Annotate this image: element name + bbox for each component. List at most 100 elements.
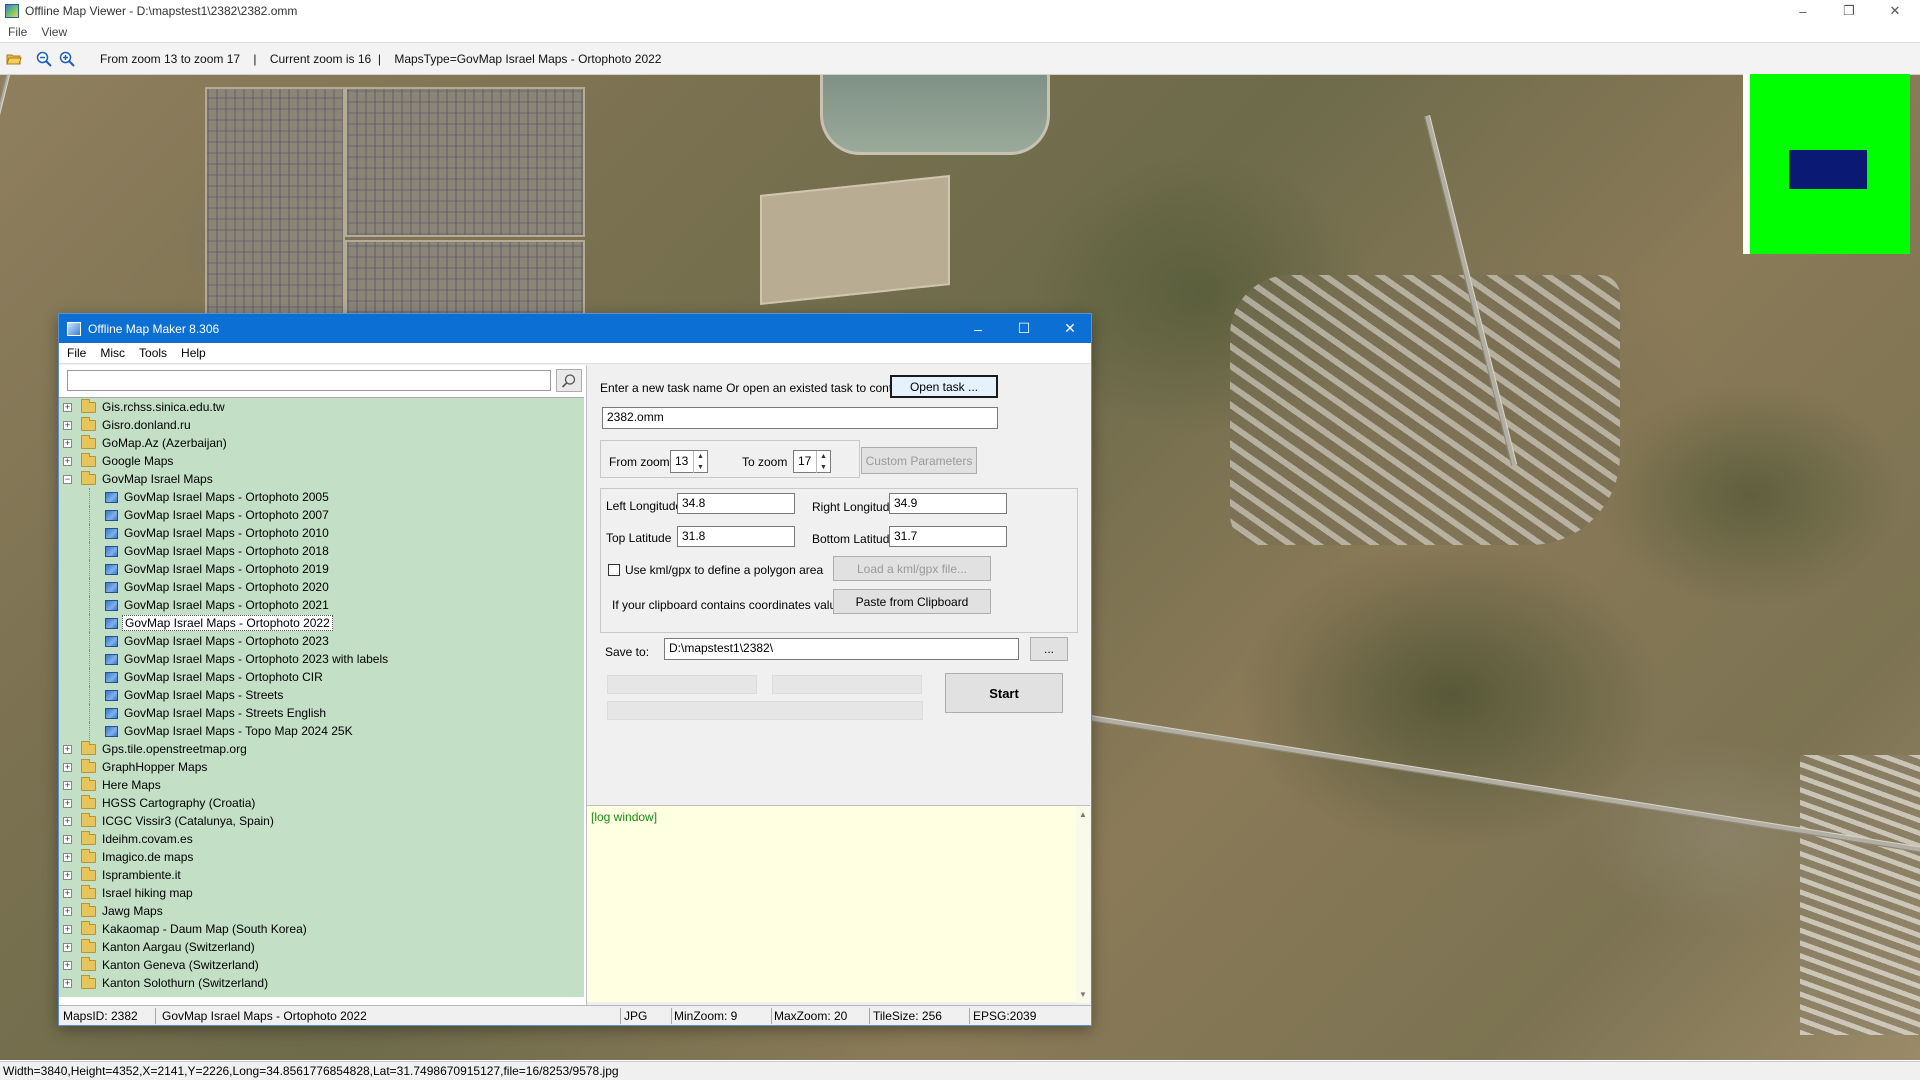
expand-icon[interactable]: + (63, 924, 72, 934)
tree-child-item[interactable]: GovMap Israel Maps - Ortophoto CIR (59, 668, 584, 686)
expand-icon[interactable]: + (63, 816, 72, 826)
expand-icon[interactable]: + (63, 834, 72, 844)
viewer-status-text: Width=3840,Height=4352,X=2141,Y=2226,Lon… (3, 1064, 619, 1078)
maker-menu-misc[interactable]: Misc (100, 346, 125, 360)
menu-file[interactable]: File (8, 25, 27, 39)
expand-icon[interactable]: + (63, 870, 72, 880)
spin-down-icon[interactable]: ▼ (816, 462, 830, 473)
tree-folder-item[interactable]: − GovMap Israel Maps (59, 470, 584, 488)
start-button[interactable]: Start (945, 673, 1063, 713)
tree-item-label: GovMap Israel Maps - Ortophoto 2023 with… (124, 652, 389, 666)
maker-menu-tools[interactable]: Tools (139, 346, 167, 360)
expand-icon[interactable]: + (63, 942, 72, 952)
maker-titlebar[interactable]: Offline Map Maker 8.306 – ☐ ✕ (59, 314, 1091, 343)
load-kml-button[interactable]: Load a kml/gpx file... (833, 556, 991, 581)
tree-folder-item[interactable]: + GraphHopper Maps (59, 758, 584, 776)
expand-icon[interactable]: + (63, 888, 72, 898)
maker-minimize-icon[interactable]: – (955, 314, 1001, 343)
maps-tree[interactable]: + Gis.rchss.sinica.edu.tw + Gisro.donland.r… (59, 397, 584, 997)
folder-icon (81, 974, 96, 989)
maker-maximize-icon[interactable]: ☐ (1001, 314, 1047, 343)
tree-folder-item[interactable]: + Israel hiking map (59, 884, 584, 902)
open-folder-icon[interactable] (3, 48, 25, 70)
zoom-out-icon[interactable] (33, 48, 55, 70)
expand-icon[interactable]: + (63, 744, 72, 754)
tree-child-item[interactable]: GovMap Israel Maps - Ortophoto 2005 (59, 488, 584, 506)
kml-checkbox[interactable] (608, 564, 620, 576)
tree-child-item[interactable]: GovMap Israel Maps - Ortophoto 2023 (59, 632, 584, 650)
scroll-up-icon[interactable]: ▲ (1079, 810, 1087, 819)
task-name-input[interactable]: 2382.omm (602, 407, 998, 429)
expand-icon[interactable]: + (63, 906, 72, 916)
tree-search-input[interactable] (67, 370, 551, 391)
tree-child-item[interactable]: GovMap Israel Maps - Streets English (59, 704, 584, 722)
open-task-button[interactable]: Open task ... (890, 375, 998, 398)
to-zoom-spinner[interactable]: 17 ▲ ▼ (793, 450, 831, 473)
restore-icon[interactable]: ❐ (1826, 0, 1872, 22)
scroll-down-icon[interactable]: ▼ (1079, 990, 1087, 999)
zoom-in-icon[interactable] (56, 48, 78, 70)
tree-child-item[interactable]: GovMap Israel Maps - Ortophoto 2007 (59, 506, 584, 524)
tree-connector-line (89, 614, 90, 632)
spin-down-icon[interactable]: ▼ (693, 462, 707, 473)
tree-child-item[interactable]: GovMap Israel Maps - Ortophoto 2021 (59, 596, 584, 614)
tree-folder-item[interactable]: + Google Maps (59, 452, 584, 470)
expand-icon[interactable]: + (63, 438, 72, 448)
tree-folder-item[interactable]: + Kanton Aargau (Switzerland) (59, 938, 584, 956)
left-longitude-input[interactable]: 34.8 (677, 493, 795, 514)
expand-icon[interactable]: + (63, 402, 72, 412)
tree-child-item[interactable]: GovMap Israel Maps - Ortophoto 2018 (59, 542, 584, 560)
tree-folder-item[interactable]: + Gis.rchss.sinica.edu.tw (59, 398, 584, 416)
tree-child-item[interactable]: GovMap Israel Maps - Streets (59, 686, 584, 704)
tree-folder-item[interactable]: + Imagico.de maps (59, 848, 584, 866)
close-icon[interactable]: ✕ (1872, 0, 1918, 22)
tree-child-item[interactable]: GovMap Israel Maps - Ortophoto 2019 (59, 560, 584, 578)
expand-icon[interactable]: + (63, 852, 72, 862)
save-to-input[interactable]: D:\mapstest1\2382\ (664, 638, 1019, 660)
minimize-icon[interactable]: – (1780, 0, 1826, 22)
expand-icon[interactable]: + (63, 978, 72, 988)
expand-icon[interactable]: + (63, 456, 72, 466)
minimap-viewport-box[interactable] (1789, 150, 1867, 189)
log-scrollbar[interactable]: ▲ ▼ (1076, 806, 1090, 1003)
collapse-icon[interactable]: − (63, 474, 72, 484)
expand-icon[interactable]: + (63, 798, 72, 808)
tree-folder-item[interactable]: + Here Maps (59, 776, 584, 794)
right-longitude-input[interactable]: 34.9 (889, 493, 1007, 514)
tree-folder-item[interactable]: + Gps.tile.openstreetmap.org (59, 740, 584, 758)
tree-child-item[interactable]: GovMap Israel Maps - Topo Map 2024 25K (59, 722, 584, 740)
tree-folder-item[interactable]: + GoMap.Az (Azerbaijan) (59, 434, 584, 452)
tree-folder-item[interactable]: + Jawg Maps (59, 902, 584, 920)
tree-child-item[interactable]: GovMap Israel Maps - Ortophoto 2020 (59, 578, 584, 596)
tree-child-item[interactable]: GovMap Israel Maps - Ortophoto 2022 (59, 614, 584, 632)
bottom-latitude-input[interactable]: 31.7 (889, 526, 1007, 547)
top-latitude-input[interactable]: 31.8 (677, 526, 795, 547)
overview-minimap[interactable] (1743, 74, 1910, 254)
paste-from-clipboard-button[interactable]: Paste from Clipboard (833, 589, 991, 614)
expand-icon[interactable]: + (63, 762, 72, 772)
search-icon[interactable] (556, 369, 582, 392)
custom-parameters-button[interactable]: Custom Parameters (861, 447, 977, 474)
tree-folder-item[interactable]: + Gisro.donland.ru (59, 416, 584, 434)
menu-view[interactable]: View (41, 25, 67, 39)
maker-menu-help[interactable]: Help (181, 346, 206, 360)
tree-child-item[interactable]: GovMap Israel Maps - Ortophoto 2010 (59, 524, 584, 542)
tree-folder-item[interactable]: + ICGC Vissir3 (Catalunya, Spain) (59, 812, 584, 830)
tree-folder-item[interactable]: + Ideihm.covam.es (59, 830, 584, 848)
maker-close-icon[interactable]: ✕ (1047, 314, 1093, 343)
tree-folder-item[interactable]: + Kanton Solothurn (Switzerland) (59, 974, 584, 992)
tree-folder-item[interactable]: + Kanton Geneva (Switzerland) (59, 956, 584, 974)
expand-icon[interactable]: + (63, 780, 72, 790)
expand-icon[interactable]: + (63, 960, 72, 970)
tree-folder-item[interactable]: + Isprambiente.it (59, 866, 584, 884)
spin-up-icon[interactable]: ▲ (816, 451, 830, 462)
tree-child-item[interactable]: GovMap Israel Maps - Ortophoto 2023 with… (59, 650, 584, 668)
maker-menu-file[interactable]: File (67, 346, 86, 360)
browse-folder-button[interactable]: ... (1030, 637, 1068, 661)
spin-up-icon[interactable]: ▲ (693, 451, 707, 462)
from-zoom-spinner[interactable]: 13 ▲ ▼ (670, 450, 708, 473)
log-window[interactable]: [log window] ▲ ▼ (587, 805, 1090, 1003)
tree-folder-item[interactable]: + Kakaomap - Daum Map (South Korea) (59, 920, 584, 938)
expand-icon[interactable]: + (63, 420, 72, 430)
tree-folder-item[interactable]: + HGSS Cartography (Croatia) (59, 794, 584, 812)
